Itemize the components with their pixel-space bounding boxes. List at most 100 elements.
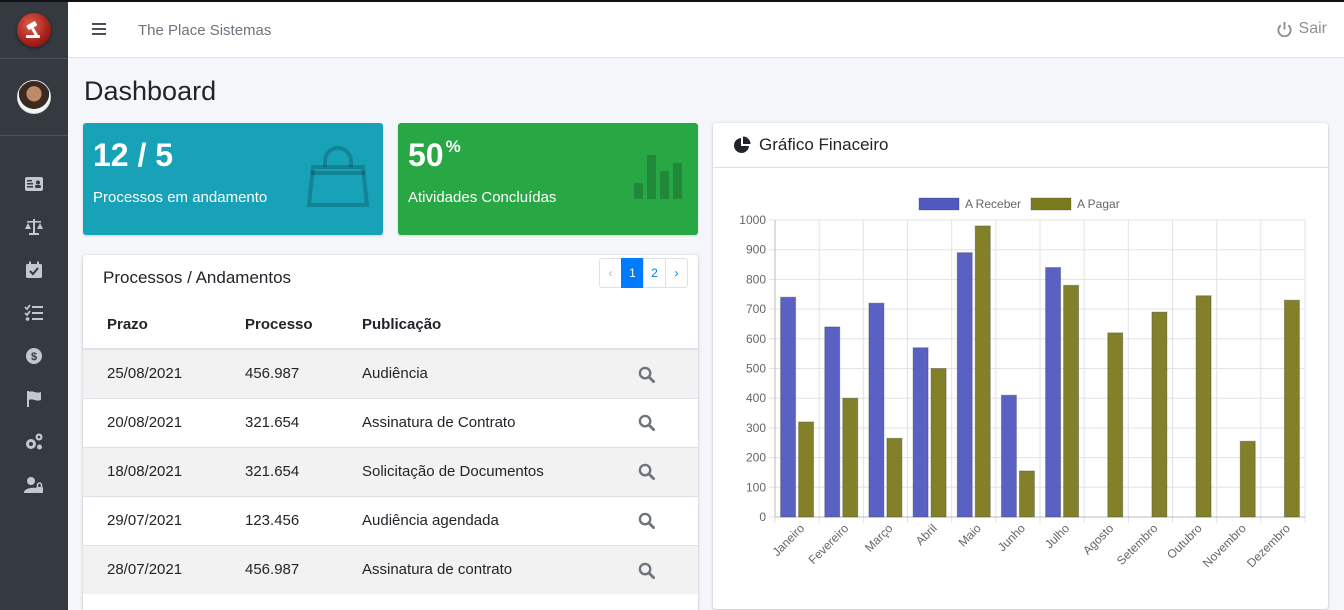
- legend-label: A Receber: [965, 197, 1021, 211]
- pagination-next[interactable]: ›: [665, 258, 688, 288]
- bar-a-pagar: [842, 397, 859, 518]
- y-tick-label: 600: [746, 332, 766, 346]
- sidebar-item-agenda[interactable]: [0, 248, 68, 291]
- legend-swatch: [1030, 197, 1072, 211]
- menu-toggle-icon[interactable]: [92, 23, 106, 37]
- x-tick-label: Fevereiro: [806, 521, 852, 567]
- table-row[interactable]: 29/07/2021 123.456 Audiência agendada: [83, 495, 698, 545]
- dollar-coin-icon: $: [26, 347, 42, 364]
- shopping-bag-icon: [307, 146, 369, 207]
- column-header-publicacao[interactable]: Publicação: [362, 300, 638, 350]
- cell-publicacao: Audiência: [362, 348, 638, 398]
- bar-a-pagar: [1107, 332, 1124, 518]
- chart-card-header: Gráfico Finaceiro: [713, 123, 1328, 168]
- processes-card: Processos / Andamentos ‹ 1 2 › Prazo Pro…: [83, 255, 698, 610]
- sidebar-item-settings[interactable]: [0, 420, 68, 463]
- sidebar-item-finance[interactable]: $: [0, 334, 68, 377]
- bar-a-pagar: [1063, 284, 1080, 518]
- cell-prazo: 18/08/2021: [83, 446, 245, 496]
- bar-a-pagar: [1151, 311, 1168, 518]
- bar-chart-icon: [634, 155, 682, 199]
- table-header-row: Prazo Processo Publicação: [83, 300, 698, 350]
- cell-prazo: 25/08/2021: [83, 348, 245, 398]
- sidebar-nav: $: [0, 162, 68, 506]
- y-tick-label: 300: [746, 421, 766, 435]
- avatar[interactable]: [17, 80, 51, 114]
- table-row[interactable]: 28/07/2021 456.987 Assinatura de contrato: [83, 544, 698, 594]
- y-tick-label: 500: [746, 362, 766, 376]
- activities-stat-value: 50%: [408, 137, 461, 173]
- activities-stat-box[interactable]: 50% Atividades Concluídas: [398, 123, 698, 235]
- y-tick-label: 100: [746, 480, 766, 494]
- cell-publicacao: Audiência agendada: [362, 495, 638, 545]
- page-title: Dashboard: [84, 76, 217, 106]
- x-tick-label: Outubro: [1164, 521, 1205, 562]
- pagination-prev[interactable]: ‹: [599, 258, 622, 288]
- cell-processo: 123.456: [245, 495, 362, 545]
- y-tick-label: 800: [746, 272, 766, 286]
- logout-button[interactable]: Sair: [1276, 20, 1327, 38]
- app-title[interactable]: The Place Sistemas: [138, 22, 271, 39]
- processes-stat-box[interactable]: 12 / 5 Processos em andamento: [83, 123, 383, 235]
- user-panel: [0, 59, 68, 136]
- table-row[interactable]: 18/08/2021 321.654 Solicitação de Document…: [83, 446, 698, 496]
- cell-actions: [638, 348, 698, 398]
- x-tick-label: Maio: [956, 521, 985, 550]
- cell-processo: 321.654: [245, 446, 362, 496]
- search-icon[interactable]: [638, 562, 655, 579]
- sidebar-item-users[interactable]: [0, 463, 68, 506]
- cell-prazo: 20/08/2021: [83, 397, 245, 447]
- y-tick-label: 700: [746, 302, 766, 316]
- pagination-page-1[interactable]: 1: [621, 258, 644, 288]
- y-tick-label: 900: [746, 243, 766, 257]
- cell-actions: [638, 495, 698, 545]
- cell-prazo: 28/07/2021: [83, 544, 245, 594]
- table-row[interactable]: 25/08/2021 456.987 Audiência: [83, 348, 698, 398]
- bar-a-receber: [1000, 394, 1017, 518]
- finance-chart-card: Gráfico Finaceiro 0 100 200 300 400 500 600 700…: [713, 123, 1328, 609]
- search-icon[interactable]: [638, 366, 655, 383]
- search-icon[interactable]: [638, 512, 655, 530]
- x-tick-label: Março: [862, 521, 896, 555]
- svg-text:$: $: [31, 351, 37, 363]
- x-tick-label: Junho: [995, 521, 1028, 554]
- cell-publicacao: Assinatura de Contrato: [362, 397, 638, 447]
- legend-label: A Pagar: [1077, 197, 1120, 211]
- cell-processo: 321.654: [245, 397, 362, 447]
- sidebar-item-tasks[interactable]: [0, 291, 68, 334]
- id-card-icon: [25, 176, 43, 191]
- cell-prazo: 29/07/2021: [83, 495, 245, 545]
- x-tick-label: Julho: [1042, 521, 1072, 551]
- x-tick-label: Dezembro: [1244, 521, 1293, 570]
- cell-processo: 456.987: [245, 544, 362, 594]
- processes-card-title: Processos / Andamentos: [103, 268, 292, 287]
- column-header-prazo[interactable]: Prazo: [83, 300, 245, 350]
- x-tick-label: Abril: [913, 521, 940, 548]
- bar-a-pagar: [1195, 295, 1212, 518]
- search-icon[interactable]: [638, 463, 655, 481]
- cell-publicacao: Solicitação de Documentos: [362, 446, 638, 496]
- y-tick-label: 0: [759, 510, 766, 524]
- search-icon[interactable]: [638, 414, 655, 432]
- brand[interactable]: [0, 2, 68, 59]
- sidebar-item-processes[interactable]: [0, 205, 68, 248]
- x-tick-label: Novembro: [1200, 521, 1249, 570]
- activities-stat-label: Atividades Concluídas: [408, 189, 557, 206]
- column-header-processo[interactable]: Processo: [245, 300, 362, 350]
- cell-publicacao: Assinatura de contrato: [362, 544, 638, 594]
- processes-stat-value: 12 / 5: [93, 137, 174, 173]
- bar-a-pagar: [1018, 470, 1035, 518]
- bar-a-pagar: [798, 421, 815, 518]
- processes-stat-label: Processos em andamento: [93, 189, 268, 206]
- sidebar-item-reports[interactable]: [0, 377, 68, 420]
- gavel-logo-icon[interactable]: [17, 13, 51, 47]
- cell-actions: [638, 544, 698, 594]
- user-lock-icon: [24, 476, 43, 493]
- table-row[interactable]: 20/08/2021 321.654 Assinatura de Contrato: [83, 397, 698, 447]
- cell-actions: [638, 397, 698, 447]
- sidebar-item-clients[interactable]: [0, 162, 68, 205]
- legend-swatch: [918, 197, 960, 211]
- calendar-check-icon: [26, 261, 42, 278]
- pagination-page-2[interactable]: 2: [643, 258, 666, 288]
- bar-a-pagar: [1239, 440, 1256, 518]
